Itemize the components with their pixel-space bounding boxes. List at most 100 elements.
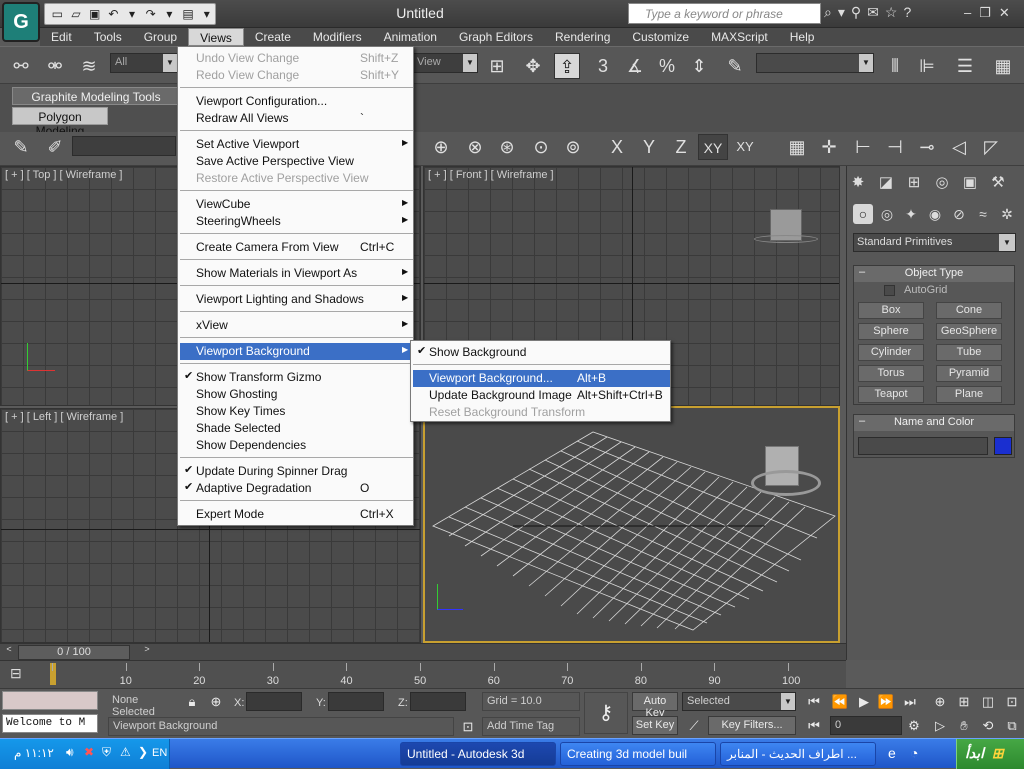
dropdown-arrow-icon[interactable]: ▾ bbox=[161, 6, 178, 22]
views-menu-item[interactable]: Shade Selected bbox=[180, 420, 413, 437]
rollout-header[interactable]: – Name and Color bbox=[854, 415, 1014, 431]
object-name-input[interactable] bbox=[858, 437, 988, 455]
go-to-end-icon[interactable]: ⏭ bbox=[900, 692, 920, 712]
axis-xy-button[interactable]: XY bbox=[698, 134, 728, 160]
snap-center-icon[interactable]: ◸ bbox=[978, 134, 1004, 160]
select-and-link-icon[interactable]: ⚯ bbox=[8, 53, 34, 79]
sphere-button[interactable]: Sphere bbox=[858, 323, 924, 340]
search-input[interactable]: Type a keyword or phrase bbox=[628, 3, 821, 24]
object-color-swatch[interactable] bbox=[994, 437, 1012, 455]
clock[interactable]: ١١:١٢ م bbox=[14, 746, 54, 760]
menu-create[interactable]: Create bbox=[244, 28, 302, 46]
views-menu-item[interactable]: Redo View Change Shift+Y bbox=[180, 67, 413, 84]
paint-select-icon[interactable]: ✐ bbox=[42, 134, 68, 160]
security-alert-icon[interactable]: ⚠ bbox=[120, 745, 131, 759]
torus-button[interactable]: Torus bbox=[858, 365, 924, 382]
minimize-icon[interactable]: – bbox=[964, 5, 971, 21]
key-mode-toggle-icon[interactable]: ⏮ bbox=[804, 716, 824, 736]
set-key-button[interactable]: Set Key bbox=[632, 716, 678, 735]
graphite-toggle-icon[interactable]: ▦ bbox=[990, 53, 1016, 79]
hierarchy-tab-icon[interactable]: ⊞ bbox=[903, 172, 925, 194]
edit-named-selection-icon[interactable]: ✎ bbox=[722, 53, 748, 79]
selection-filter-dropdown[interactable]: All ▼ bbox=[110, 53, 178, 73]
current-frame-input[interactable]: 0 bbox=[830, 716, 902, 735]
taskbar-button-browser-2[interactable]: اطراف الحديث - المنابر ... bbox=[720, 742, 876, 766]
zoom-all-icon[interactable]: ⊞ bbox=[954, 692, 974, 712]
slider-right-arrow-icon[interactable]: > bbox=[140, 644, 154, 660]
time-tag-icon[interactable]: ⊡ bbox=[458, 717, 478, 737]
submenu-item[interactable]: Update Background Image Alt+Shift+Ctrl+B bbox=[413, 387, 670, 404]
y-coordinate-input[interactable] bbox=[328, 692, 384, 711]
time-configuration-icon[interactable]: ⚙ bbox=[904, 716, 924, 736]
maxscript-mini-listener-pink[interactable] bbox=[2, 691, 98, 710]
add-time-tag[interactable]: Add Time Tag bbox=[482, 717, 580, 736]
menu-modifiers[interactable]: Modifiers bbox=[302, 28, 373, 46]
subscription-icon[interactable]: ⚲ bbox=[851, 4, 861, 24]
motion-tab-icon[interactable]: ◎ bbox=[931, 172, 953, 194]
create-tab-icon[interactable]: ✸ bbox=[847, 172, 869, 194]
space-warps-icon[interactable]: ≈ bbox=[973, 204, 993, 224]
bind-space-warp-icon[interactable]: ≋ bbox=[76, 53, 102, 79]
ribbon-tab-polygon-modeling[interactable]: Polygon Modeling bbox=[12, 107, 108, 138]
submenu-item[interactable]: Viewport Background... Alt+B bbox=[413, 370, 670, 387]
keyboard-shortcut-override-icon[interactable]: ⇪ bbox=[554, 53, 580, 79]
views-menu-item[interactable]: Undo View Change Shift+Z bbox=[180, 50, 413, 67]
cone-button[interactable]: Cone bbox=[936, 302, 1002, 319]
tube-button[interactable]: Tube bbox=[936, 344, 1002, 361]
snap-tangent-icon[interactable]: ⊣ bbox=[882, 134, 908, 160]
views-menu-item[interactable]: Viewport Background ▶ bbox=[180, 343, 413, 360]
views-menu-item[interactable]: Save Active Perspective View bbox=[180, 153, 413, 170]
menu-edit[interactable]: Edit bbox=[40, 28, 83, 46]
go-to-start-icon[interactable]: ⏮ bbox=[804, 692, 824, 712]
utilities-tab-icon[interactable]: ⚒ bbox=[987, 172, 1009, 194]
maximize-viewport-icon[interactable]: ⧉ bbox=[1002, 716, 1022, 736]
default-in-out-tangent-icon[interactable]: ⟋ bbox=[684, 716, 704, 736]
views-menu-item[interactable]: ✔ Adaptive Degradation O bbox=[180, 480, 413, 497]
percent-snap-icon[interactable]: % bbox=[654, 53, 680, 79]
ribbon-title-tab[interactable]: Graphite Modeling Tools bbox=[12, 87, 180, 105]
reference-coordinate-dropdown[interactable]: View ▼ bbox=[412, 53, 478, 73]
mirror-icon[interactable]: ⫴ bbox=[882, 53, 908, 79]
views-menu-item[interactable]: Create Camera From View Ctrl+C bbox=[180, 239, 413, 256]
snaps-toggle-icon[interactable]: 3 bbox=[590, 53, 616, 79]
geosphere-button[interactable]: GeoSphere bbox=[936, 323, 1002, 340]
snap-bbox-icon[interactable]: ⊚ bbox=[560, 134, 586, 160]
viewcube-ring-icon[interactable] bbox=[754, 235, 818, 243]
maxscript-listener[interactable]: Welcome to M bbox=[2, 714, 98, 733]
pan-hand-icon[interactable]: ✋︎ bbox=[954, 716, 974, 736]
communication-center-icon[interactable]: ✉ bbox=[867, 4, 879, 24]
auto-key-button[interactable]: Auto Key bbox=[632, 692, 678, 719]
time-slider[interactable]: < 0 / 100 > bbox=[0, 643, 846, 660]
snap-edge-icon[interactable]: ⊗ bbox=[462, 134, 488, 160]
submenu-item[interactable]: ✔ Show Background bbox=[413, 344, 670, 361]
x-coordinate-input[interactable] bbox=[246, 692, 302, 711]
redo-icon[interactable]: ↷ bbox=[142, 6, 159, 22]
application-button[interactable]: G bbox=[2, 2, 40, 42]
box-button[interactable]: Box bbox=[858, 302, 924, 319]
views-menu-item[interactable]: ViewCube ▶ bbox=[180, 196, 413, 213]
snap-perpendicular-icon[interactable]: ⊢ bbox=[850, 134, 876, 160]
field-of-view-icon[interactable]: ▷ bbox=[930, 716, 950, 736]
save-icon[interactable]: ▣ bbox=[86, 6, 103, 22]
menu-rendering[interactable]: Rendering bbox=[544, 28, 621, 46]
orbit-icon[interactable]: ⟲ bbox=[978, 716, 998, 736]
teapot-button[interactable]: Teapot bbox=[858, 386, 924, 403]
geometry-category-dropdown[interactable]: Standard Primitives ▼ bbox=[853, 233, 1016, 252]
paint-brush-icon[interactable]: ✎ bbox=[8, 134, 34, 160]
key-filters-button[interactable]: Key Filters... bbox=[708, 716, 796, 735]
zoom-icon[interactable]: ⊕ bbox=[930, 692, 950, 712]
axis-y-button[interactable]: Y bbox=[636, 134, 662, 160]
named-selection-sets-dropdown[interactable]: ▼ bbox=[756, 53, 874, 73]
viewport-perspective[interactable] bbox=[423, 406, 840, 643]
views-menu-item[interactable]: xView ▶ bbox=[180, 317, 413, 334]
set-key-icon[interactable]: ⚷ bbox=[584, 692, 628, 734]
menu-maxscript[interactable]: MAXScript bbox=[700, 28, 779, 46]
pivot-snap-icon[interactable]: ✛ bbox=[816, 134, 842, 160]
views-menu-item[interactable]: Expert Mode Ctrl+X bbox=[180, 506, 413, 523]
restore-icon[interactable]: ❐ bbox=[979, 5, 991, 21]
key-mode-dropdown[interactable]: Selected ▼ bbox=[682, 692, 796, 711]
track-bar[interactable]: ⊟ 10 20 30 40 50 60 70 80 90 100 bbox=[0, 660, 846, 688]
views-menu-item[interactable]: Show Dependencies bbox=[180, 437, 413, 454]
zoom-extents-all-icon[interactable]: ⊡ bbox=[1002, 692, 1022, 712]
menu-group[interactable]: Group bbox=[133, 28, 188, 46]
